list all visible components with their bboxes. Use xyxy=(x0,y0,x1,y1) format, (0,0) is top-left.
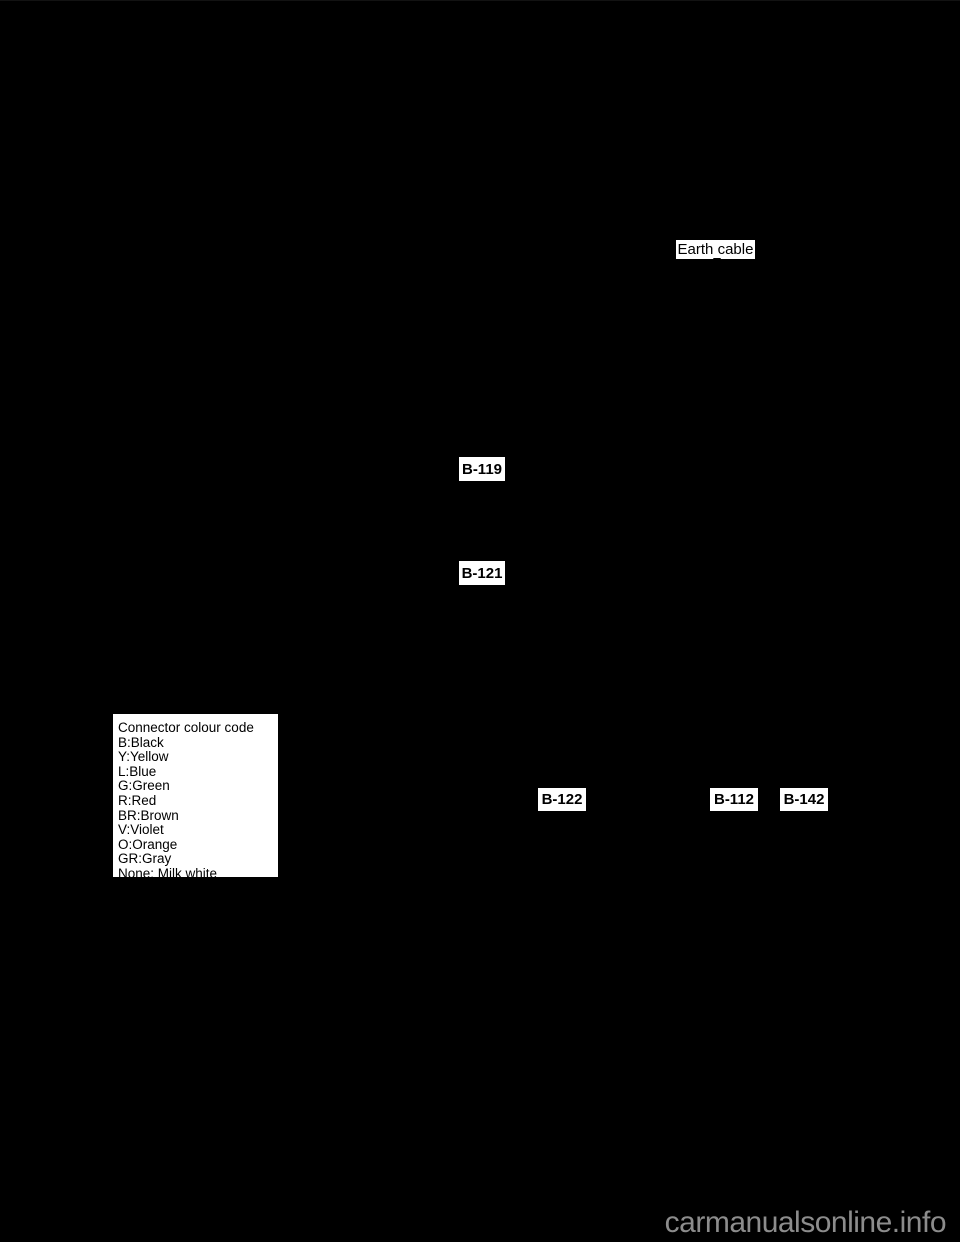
colour-code-entry-gr: GR:Gray xyxy=(118,851,172,867)
callout-b-112-label: B-112 xyxy=(713,791,755,808)
colour-code-heading: Connector colour code xyxy=(118,720,254,735)
colour-code-entry-br: BR:Brown xyxy=(118,807,179,823)
b-122-leader-line xyxy=(567,771,569,779)
connector-colour-code-panel: Connector colour code B:Black Y:Yellow L… xyxy=(112,713,279,881)
earth-cable-leader-arrow-icon xyxy=(713,258,721,265)
b-112-leader-line xyxy=(733,772,735,786)
colour-code-entry-r: R:Red xyxy=(118,792,157,808)
colour-code-entry-none: None: Milk white xyxy=(118,865,218,881)
page-root: Earth cable B-119 B-121 B-122 B-112 B-14… xyxy=(0,0,960,1242)
colour-code-entry-g: G:Green xyxy=(118,778,170,794)
colour-code-entry-o: O:Orange xyxy=(118,836,178,852)
colour-code-entry-v: V:Violet xyxy=(118,822,164,838)
callout-b-122-label: B-122 xyxy=(541,791,583,808)
colour-code-entry-b: B:Black xyxy=(118,734,164,750)
callout-b-121[interactable]: B-121 xyxy=(458,560,506,586)
callout-earth-cable[interactable]: Earth cable xyxy=(675,239,756,260)
callout-b-121-label: B-121 xyxy=(461,564,503,582)
callout-b-142[interactable]: B-142 xyxy=(779,787,829,812)
callout-b-119-label: B-119 xyxy=(461,460,503,478)
callout-earth-cable-label: Earth cable xyxy=(677,241,754,258)
top-edge-hairline xyxy=(0,0,960,1)
colour-code-entry-l: L:Blue xyxy=(118,763,157,779)
b-119-leader-line xyxy=(506,466,514,469)
colour-code-entry-y: Y:Yellow xyxy=(118,749,169,765)
callout-b-119[interactable]: B-119 xyxy=(458,456,506,482)
callout-b-122[interactable]: B-122 xyxy=(537,787,587,812)
b-121-leader-line xyxy=(506,570,514,573)
callout-b-142-label: B-142 xyxy=(783,791,825,808)
b-142-leader-line xyxy=(803,772,805,786)
callout-b-112[interactable]: B-112 xyxy=(709,787,759,812)
site-watermark: carmanualsonline.info xyxy=(664,1206,947,1239)
